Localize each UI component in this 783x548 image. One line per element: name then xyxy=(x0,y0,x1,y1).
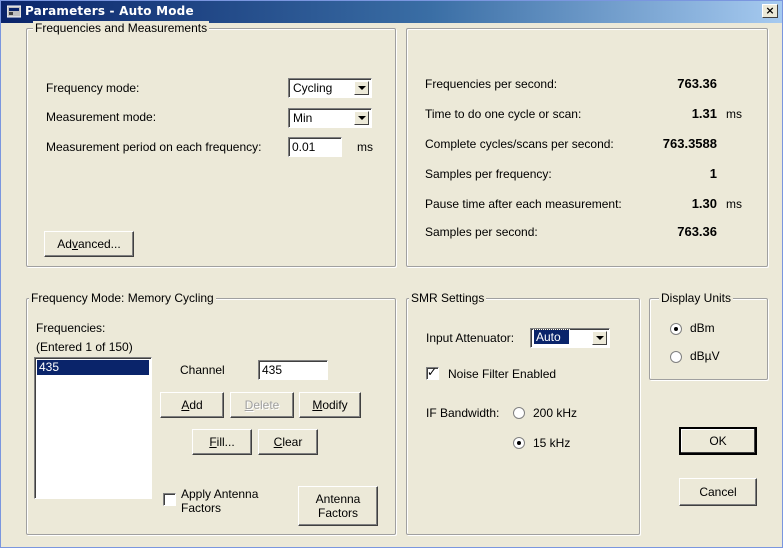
antenna-btn-line2: Factors xyxy=(317,506,358,520)
ifbw-200khz-radio[interactable] xyxy=(513,407,525,419)
period-unit: ms xyxy=(357,140,373,154)
apply-antenna-checkbox[interactable] xyxy=(163,493,176,506)
memory-cycling-group-label: Frequency Mode: Memory Cycling xyxy=(29,291,216,305)
title-bar: Parameters - Auto Mode × xyxy=(1,1,782,23)
display-units-group-label: Display Units xyxy=(659,291,734,305)
ifbw-15khz-radio[interactable] xyxy=(513,437,525,449)
stat-unit: ms xyxy=(726,197,742,211)
clear-label-a: C xyxy=(273,435,283,449)
frequency-list[interactable]: 435 xyxy=(34,357,152,499)
freq-mode-value: Cycling xyxy=(293,81,333,95)
stat-label: Frequencies per second: xyxy=(425,77,558,91)
stat-label: Samples per second: xyxy=(425,225,538,239)
ok-button[interactable]: OK xyxy=(679,427,757,455)
dbm-label: dBm xyxy=(690,321,715,335)
attenuator-value: Auto xyxy=(533,329,570,345)
modify-button[interactable]: Modify xyxy=(299,392,361,418)
smr-settings-group-label: SMR Settings xyxy=(409,291,487,305)
delete-button[interactable]: Delete xyxy=(230,392,294,418)
noise-filter-checkbox[interactable] xyxy=(426,365,439,380)
delete-label-b: elete xyxy=(253,398,280,412)
window-title: Parameters - Auto Mode xyxy=(25,4,194,18)
modify-label-a: M xyxy=(312,398,323,412)
channel-label: Channel xyxy=(180,363,225,377)
meas-mode-value: Min xyxy=(293,111,313,125)
add-button[interactable]: Add xyxy=(160,392,224,418)
chevron-down-icon[interactable] xyxy=(354,111,369,125)
period-label: Measurement period on each frequency: xyxy=(46,140,262,154)
stat-label: Time to do one cycle or scan: xyxy=(425,107,582,121)
clear-button[interactable]: Clear xyxy=(258,429,318,455)
dbuv-label: dBµV xyxy=(690,349,720,363)
freq-mode-label: Frequency mode: xyxy=(46,81,140,95)
entered-count: (Entered 1 of 150) xyxy=(36,340,133,354)
clear-label-b: lear xyxy=(282,435,303,449)
meas-mode-select[interactable]: Min xyxy=(288,108,372,128)
close-button[interactable]: × xyxy=(762,4,778,18)
stat-label: Complete cycles/scans per second: xyxy=(425,137,614,151)
if-bandwidth-label: IF Bandwidth: xyxy=(426,406,500,420)
add-label-a: A xyxy=(181,398,190,412)
apply-antenna-label-2: Factors xyxy=(181,501,222,515)
stat-label: Samples per frequency: xyxy=(425,167,552,181)
antenna-btn-line1: Antenna xyxy=(315,492,361,506)
chevron-down-icon[interactable] xyxy=(592,331,607,345)
display-units-group: Display Units xyxy=(649,291,768,380)
stat-unit: ms xyxy=(726,107,742,121)
freq-mode-select[interactable]: Cycling xyxy=(288,78,372,98)
meas-mode-label: Measurement mode: xyxy=(46,110,157,124)
dbuv-radio[interactable] xyxy=(670,351,682,363)
stat-label: Pause time after each measurement: xyxy=(425,197,622,211)
advanced-button[interactable]: Ad v anced... xyxy=(44,231,134,257)
chevron-down-icon[interactable] xyxy=(354,81,369,95)
add-label-b: dd xyxy=(189,398,203,412)
delete-label-a: D xyxy=(244,398,254,412)
stat-value: 763.36 xyxy=(677,76,717,91)
ifbw-15khz-label: 15 kHz xyxy=(533,436,571,450)
fill-label-a: F xyxy=(209,435,217,449)
freq-meas-group-label: Frequencies and Measurements xyxy=(33,21,210,35)
attenuator-select[interactable]: Auto xyxy=(530,328,610,348)
parameters-dialog: Parameters - Auto Mode × Frequencies and… xyxy=(0,0,783,548)
stat-value: 763.3588 xyxy=(662,136,717,151)
channel-input[interactable] xyxy=(258,360,328,380)
antenna-factors-button[interactable]: Antenna Factors xyxy=(298,486,378,526)
advanced-label-a: Ad xyxy=(57,237,72,251)
modify-label-b: odify xyxy=(322,398,348,412)
period-input[interactable] xyxy=(288,137,342,157)
stat-value: 1.30 xyxy=(691,196,717,211)
app-icon xyxy=(7,5,21,18)
apply-antenna-label-1: Apply Antenna xyxy=(181,487,259,501)
list-item[interactable]: 435 xyxy=(37,360,149,375)
stat-value: 1.31 xyxy=(691,106,717,121)
fill-label-b: ill... xyxy=(216,435,235,449)
stat-value: 1 xyxy=(709,166,717,181)
cancel-button[interactable]: Cancel xyxy=(679,478,757,506)
ifbw-200khz-label: 200 kHz xyxy=(533,406,578,420)
attenuator-label: Input Attenuator: xyxy=(426,331,515,345)
dbm-radio[interactable] xyxy=(670,323,682,335)
stat-value: 763.36 xyxy=(677,224,717,239)
advanced-label-c: anced... xyxy=(77,237,121,251)
fill-button[interactable]: Fill... xyxy=(192,429,252,455)
noise-filter-label: Noise Filter Enabled xyxy=(448,367,557,381)
frequencies-label: Frequencies: xyxy=(36,321,106,335)
